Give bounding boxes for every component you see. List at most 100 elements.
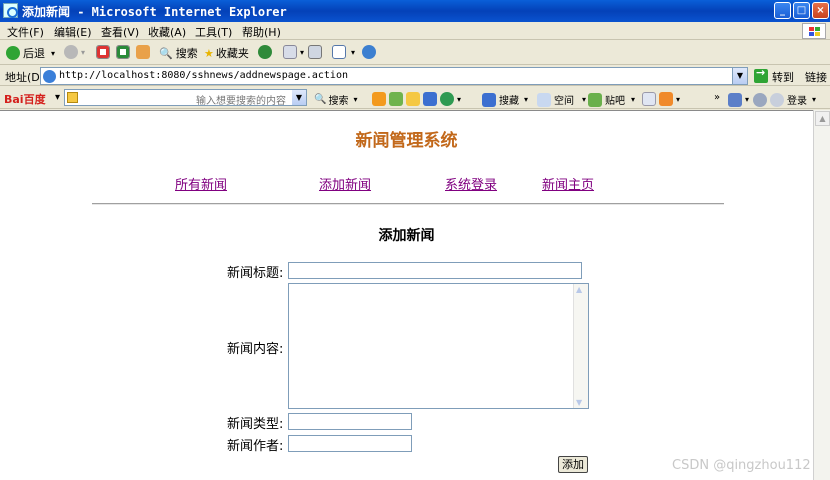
zhidao-icon[interactable] <box>406 92 420 106</box>
type-field[interactable] <box>288 413 412 430</box>
go-arrow-icon[interactable] <box>754 66 768 83</box>
baidu-search-dropdown-icon[interactable]: ▼ <box>292 90 306 105</box>
go-button[interactable]: 转到 <box>772 69 794 85</box>
close-button[interactable]: × <box>812 2 829 19</box>
image-icon[interactable] <box>389 92 403 106</box>
page-scrollbar[interactable]: ▲ <box>813 110 830 480</box>
ie-page-icon <box>3 3 18 18</box>
address-bar: 地址(D) http://localhost:8080/sshnews/addn… <box>0 66 830 86</box>
address-input[interactable]: http://localhost:8080/sshnews/addnewspag… <box>40 67 748 85</box>
baidu-search-button[interactable]: 🔍 搜索 ▾ <box>314 92 357 107</box>
nav-all-news[interactable]: 所有新闻 <box>175 174 227 193</box>
baidu-tool-icon-1[interactable] <box>372 92 386 106</box>
add-button[interactable]: 添加 <box>558 456 588 473</box>
title-field[interactable] <box>288 262 582 279</box>
back-arrow-icon <box>6 46 20 60</box>
forward-button[interactable]: ▾ <box>64 45 85 59</box>
divider <box>92 203 724 205</box>
user-icon <box>770 92 785 107</box>
page-title: 新闻管理系统 <box>355 131 458 151</box>
translate-icon[interactable] <box>642 92 656 106</box>
favorites-button[interactable]: ★ 收藏夹 <box>204 45 249 61</box>
baidu-collect-button[interactable]: 搜藏 ▾ <box>482 92 528 107</box>
menu-favorites[interactable]: 收藏(A) <box>148 24 186 40</box>
home-button[interactable] <box>136 45 153 59</box>
menu-edit[interactable]: 编辑(E) <box>54 24 92 40</box>
messenger-button[interactable] <box>362 45 379 59</box>
nav-system-login[interactable]: 系统登录 <box>445 174 497 193</box>
search-icon: 🔍 <box>159 46 173 60</box>
login-dropdown-icon[interactable]: ▾ <box>812 95 816 104</box>
content-textarea[interactable] <box>288 283 589 409</box>
menu-bar: 文件(F) 编辑(E) 查看(V) 收藏(A) 工具(T) 帮助(H) <box>0 22 830 40</box>
textarea-scrollbar[interactable] <box>573 284 588 408</box>
address-dropdown-icon[interactable]: ▼ <box>732 68 747 84</box>
content-field-label: 新闻内容: <box>227 342 284 357</box>
mail-icon <box>283 45 297 59</box>
space-icon <box>537 92 551 107</box>
tieba-dropdown-icon[interactable]: ▾ <box>631 95 635 104</box>
scroll-up-icon[interactable]: ▲ <box>815 111 830 126</box>
space-dropdown-icon[interactable]: ▾ <box>582 95 586 104</box>
baidu-search-label: 搜索 <box>328 96 349 107</box>
maximize-button[interactable]: □ <box>793 2 810 19</box>
stop-button[interactable] <box>96 45 113 59</box>
back-button[interactable]: 后退 ▾ <box>6 45 55 61</box>
gear-icon[interactable] <box>753 92 768 107</box>
magnifier-icon: 🔍 <box>314 94 327 105</box>
nav-add-news[interactable]: 添加新闻 <box>319 174 371 193</box>
watermark: CSDN @qingzhou112 <box>672 458 811 473</box>
nav-news-home[interactable]: 新闻主页 <box>542 174 594 193</box>
baidu-tieba-button[interactable]: 贴吧 ▾ <box>588 92 635 107</box>
address-label: 地址(D) <box>5 71 45 84</box>
baidu-settings-area: ▾ 登录 ▾ <box>728 92 816 107</box>
search-button[interactable]: 🔍 搜索 <box>159 45 198 61</box>
media-button[interactable] <box>258 45 275 59</box>
baidu-logo[interactable]: Bai百度 <box>4 91 46 107</box>
extra-dropdown-icon[interactable]: ▾ <box>676 95 680 104</box>
menu-help[interactable]: 帮助(H) <box>242 24 281 40</box>
collect-icon <box>482 92 496 107</box>
globe-icon[interactable] <box>440 92 454 106</box>
baidu-space-button[interactable]: 空间 ▾ <box>537 92 586 107</box>
mail-dropdown-icon[interactable]: ▾ <box>300 48 304 57</box>
edit-dropdown-icon[interactable]: ▾ <box>351 48 355 57</box>
tools-dropdown-icon[interactable]: ▾ <box>457 95 461 104</box>
home-icon <box>136 45 150 59</box>
ie-window: 添加新闻 - Microsoft Internet Explorer _ □ ×… <box>0 0 830 480</box>
menu-file[interactable]: 文件(F) <box>7 24 44 40</box>
minimize-button[interactable]: _ <box>774 2 791 19</box>
baidu-search-options-icon[interactable]: ▾ <box>353 95 357 104</box>
mail-button[interactable]: ▾ <box>283 45 304 59</box>
author-field-label: 新闻作者: <box>227 439 284 454</box>
notes-icon[interactable] <box>659 92 673 106</box>
messenger-icon <box>362 45 376 59</box>
refresh-icon <box>116 45 130 59</box>
calculator-icon[interactable] <box>423 92 437 106</box>
page-icon <box>43 70 56 83</box>
type-field-label: 新闻类型: <box>227 417 284 432</box>
grid-dropdown-icon[interactable]: ▾ <box>745 95 749 104</box>
edit-button[interactable]: ▾ <box>332 45 355 59</box>
menu-view[interactable]: 查看(V) <box>101 24 139 40</box>
baidu-search-input[interactable]: 输入想要搜索的内容 ▼ <box>64 89 307 107</box>
window-title: 添加新闻 - Microsoft Internet Explorer <box>22 5 287 19</box>
baidu-menu-dropdown-icon[interactable]: ▾ <box>55 92 60 103</box>
baidu-login-button[interactable]: 登录 <box>787 92 807 107</box>
refresh-button[interactable] <box>116 45 133 59</box>
links-button[interactable]: 链接 <box>805 69 827 85</box>
form-title: 添加新闻 <box>378 228 435 244</box>
overflow-chevron-icon[interactable]: » <box>714 92 720 103</box>
star-icon: ★ <box>204 46 214 60</box>
grid-icon[interactable] <box>728 92 742 107</box>
forward-arrow-icon <box>64 45 78 59</box>
back-dropdown-icon[interactable]: ▾ <box>51 49 55 58</box>
search-label: 搜索 <box>175 47 198 60</box>
title-bar: 添加新闻 - Microsoft Internet Explorer _ □ × <box>0 0 830 22</box>
collect-dropdown-icon[interactable]: ▾ <box>524 95 528 104</box>
author-field[interactable] <box>288 435 412 452</box>
menu-tools[interactable]: 工具(T) <box>195 24 232 40</box>
baidu-tieba-label: 贴吧 <box>605 96 625 107</box>
baidu-space-label: 空间 <box>554 96 574 107</box>
print-button[interactable] <box>308 45 325 59</box>
